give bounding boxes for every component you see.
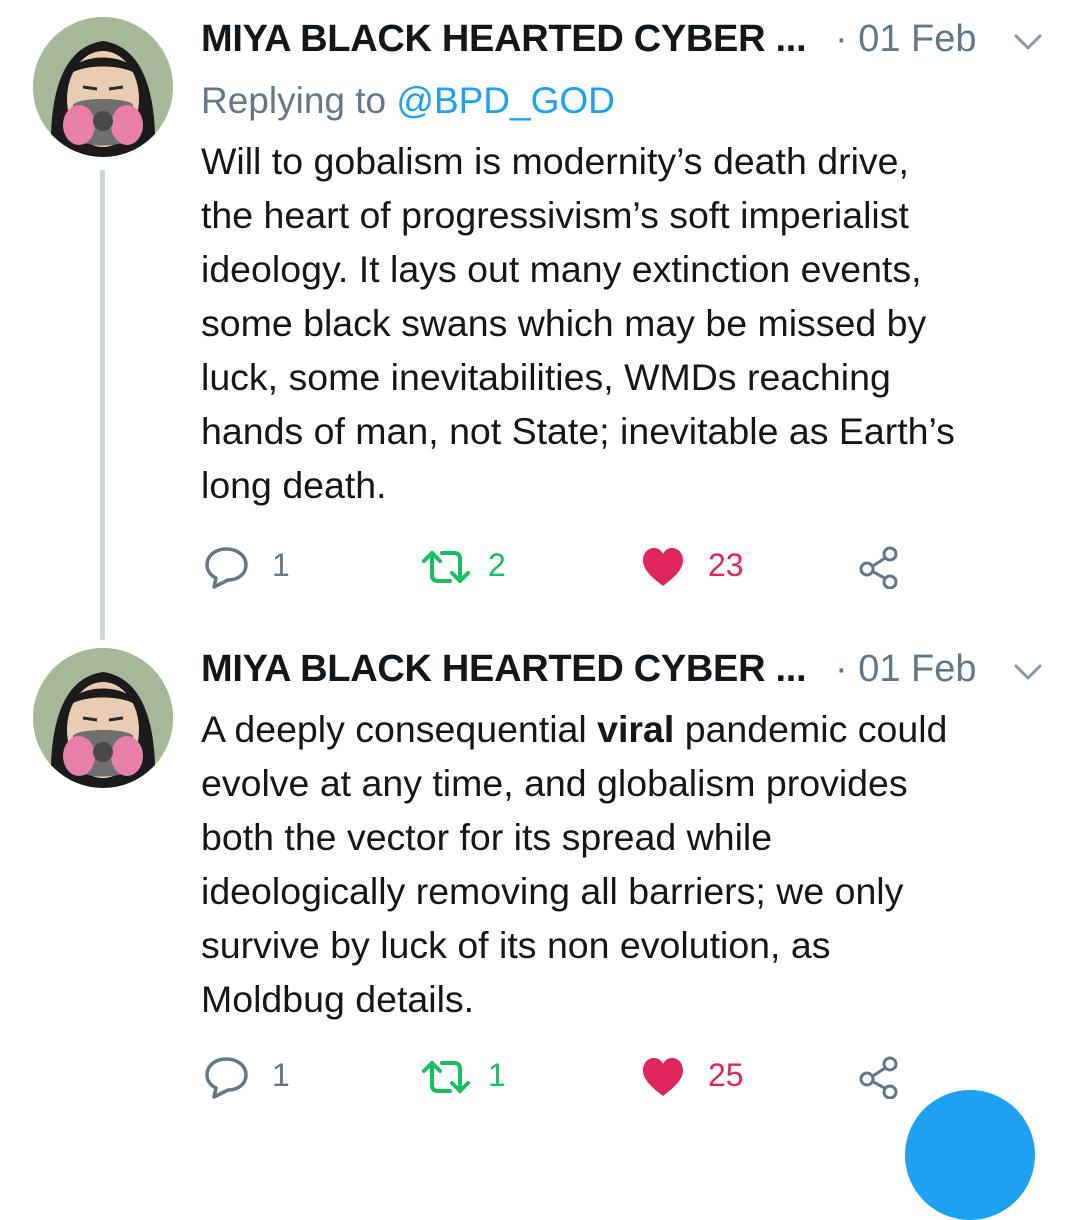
replying-to: Replying to @BPD_GOD [201,80,615,122]
bold-word: viral [597,708,675,750]
text-line: ideologically removing all barriers; we … [201,870,904,912]
avatar[interactable] [33,648,173,788]
reply-icon [205,547,248,589]
text-line: survive by luck of its non evolution, as [201,924,831,966]
text-line: long death. [201,464,387,506]
text-line: evolve at any time, and globalism provid… [201,762,908,804]
separator: · [835,18,848,60]
avatar[interactable] [33,17,173,157]
tweet-meta: · 01 Feb [835,18,977,61]
reply-count: 1 [272,547,290,583]
compose-fab[interactable] [905,1090,1035,1220]
tweet-actions: 1 2 23 [0,535,1080,595]
heart-icon [643,548,683,586]
tweet-header: MIYA BLACK HEARTED CYBER ... · 01 Feb [201,648,1051,698]
retweet-icon [422,1061,470,1093]
text-line: Moldbug details. [201,978,475,1020]
text-line: luck, some inevitabilities, WMDs reachin… [201,356,891,398]
share-icon [859,1056,898,1099]
text-line: Will to gobalism is modernity’s death dr… [201,140,909,182]
tweet-meta: · 01 Feb [835,648,977,691]
share-icon [859,546,898,589]
text-line: the heart of progressivism’s soft imperi… [201,194,909,236]
text-line: both the vector for its spread while [201,816,773,858]
author-name[interactable]: MIYA BLACK HEARTED CYBER ... [201,648,807,691]
heart-icon [643,1058,683,1096]
text-line: A deeply consequential viral pandemic co… [201,702,1051,756]
retweet-count: 1 [488,1057,506,1093]
chevron-down-icon[interactable] [1013,662,1043,682]
author-name[interactable]: MIYA BLACK HEARTED CYBER ... [201,18,807,61]
text-line: ideology. It lays out many extinction ev… [201,248,922,290]
replying-to-handle[interactable]: @BPD_GOD [396,80,615,121]
like-count: 25 [708,1057,744,1093]
tweet-text: Will to gobalism is modernity’s death dr… [201,134,1051,512]
tweet-date[interactable]: 01 Feb [858,648,976,690]
tweet[interactable]: MIYA BLACK HEARTED CYBER ... · 01 Feb A … [0,630,1080,1116]
text-fragment: A deeply consequential [201,708,598,750]
text-line: hands of man, not State; inevitable as E… [201,410,955,452]
chevron-down-icon[interactable] [1013,32,1043,52]
retweet-icon [422,551,470,583]
text-line: some black swans which may be missed by [201,302,927,344]
text-fragment: pandemic could [674,708,948,750]
tweet[interactable]: MIYA BLACK HEARTED CYBER ... · 01 Feb Re… [0,0,1080,640]
tweet-header: MIYA BLACK HEARTED CYBER ... · 01 Feb [201,18,1051,68]
like-count: 23 [708,547,744,583]
retweet-count: 2 [488,547,506,583]
reply-count: 1 [272,1057,290,1093]
replying-to-label: Replying to [201,80,387,121]
tweet-actions: 1 1 25 [0,1045,1080,1105]
tweet-text: A deeply consequential viral pandemic co… [201,702,1051,1026]
reply-icon [205,1057,248,1099]
separator: · [835,648,848,690]
tweet-date[interactable]: 01 Feb [858,18,976,60]
